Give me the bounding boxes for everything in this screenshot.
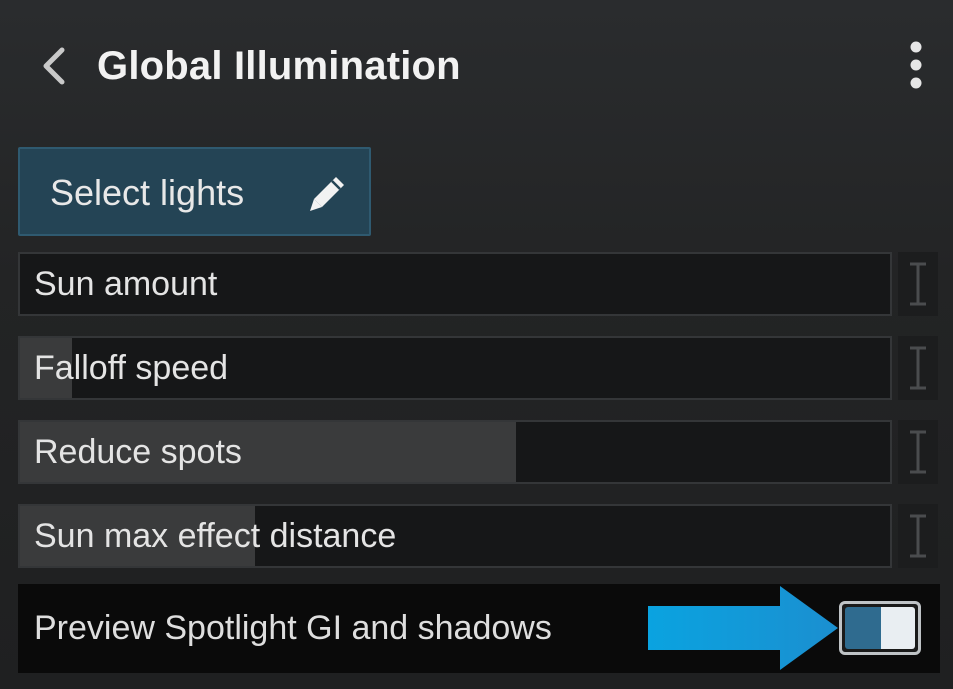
panel-header: Global Illumination: [0, 0, 953, 130]
preview-spotlight-toggle[interactable]: [839, 601, 921, 655]
select-lights-label: Select lights: [50, 172, 245, 213]
global-illumination-panel: Global Illumination Select lights Sun am…: [0, 0, 953, 689]
slider-label: Reduce spots: [34, 433, 242, 471]
slider-label: Sun amount: [34, 265, 218, 303]
drag-handle-icon[interactable]: [898, 336, 938, 400]
slider-falloff-speed[interactable]: Falloff speed: [18, 336, 892, 400]
toggle-knob: [881, 607, 915, 649]
toggle-track: [845, 607, 881, 649]
vertical-ellipsis-icon[interactable]: [898, 40, 934, 92]
drag-handle-icon[interactable]: [898, 252, 938, 316]
chevron-left-icon[interactable]: [36, 44, 76, 88]
pencil-icon: [308, 173, 348, 213]
slider-sun-amount[interactable]: Sun amount: [18, 252, 892, 316]
slider-label: Falloff speed: [34, 349, 229, 387]
page-title: Global Illumination: [97, 44, 461, 88]
blue-arrow-icon: [648, 584, 848, 673]
slider-reduce-spots[interactable]: Reduce spots: [18, 420, 892, 484]
toggle-label: Preview Spotlight GI and shadows: [34, 609, 552, 647]
drag-handle-icon[interactable]: [898, 504, 938, 568]
preview-spotlight-row: Preview Spotlight GI and shadows: [18, 584, 940, 673]
slider-label: Sun max effect distance: [34, 517, 397, 555]
slider-sun-max-effect-distance[interactable]: Sun max effect distance: [18, 504, 892, 568]
drag-handle-icon[interactable]: [898, 420, 938, 484]
select-lights-button[interactable]: Select lights: [18, 147, 371, 236]
